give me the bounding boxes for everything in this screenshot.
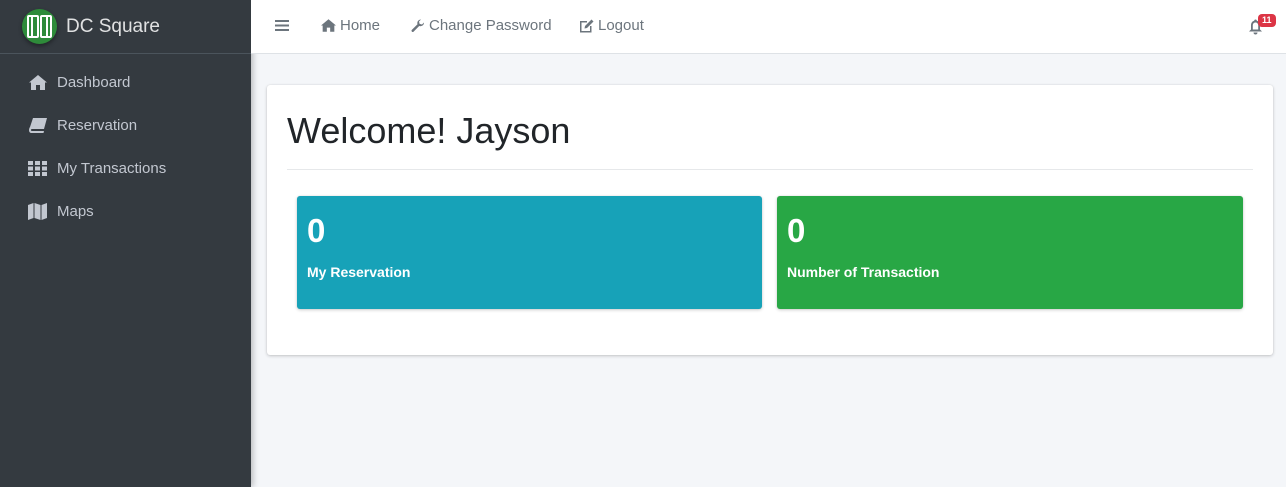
th-icon (28, 160, 47, 178)
logout-label: Logout (598, 17, 644, 34)
reservation-count: 0 (307, 212, 326, 249)
sidebar-item-label: Maps (57, 203, 94, 220)
home-icon (321, 19, 336, 32)
divider (287, 169, 1253, 170)
map-icon (28, 203, 47, 221)
change-password-label: Change Password (429, 17, 552, 34)
sidebar-item-dashboard[interactable]: Dashboard (0, 61, 251, 104)
sidebar-item-my-transactions[interactable]: My Transactions (0, 147, 251, 190)
menu-toggle-button[interactable] (275, 19, 289, 32)
brand-link[interactable]: DC Square (0, 0, 251, 54)
sidebar-item-maps[interactable]: Maps (0, 190, 251, 233)
change-password-link[interactable]: Change Password (411, 17, 552, 34)
transaction-label: Number of Transaction (787, 264, 940, 280)
home-link[interactable]: Home (321, 17, 380, 34)
book-icon (28, 117, 47, 135)
reservation-stat-box[interactable]: 0 My Reservation (297, 196, 762, 309)
edit-icon (580, 19, 594, 32)
logout-link[interactable]: Logout (579, 17, 644, 34)
reservation-label: My Reservation (307, 264, 411, 280)
brand-name: DC Square (66, 15, 160, 37)
transaction-stat-box[interactable]: 0 Number of Transaction (777, 196, 1243, 309)
home-link-label: Home (340, 17, 381, 34)
sidebar-item-reservation[interactable]: Reservation (0, 104, 251, 147)
transaction-count: 0 (787, 212, 806, 249)
sidebar-nav: Dashboard Reservation My Transactions Ma… (0, 54, 251, 233)
wrench-icon (411, 18, 425, 32)
dashboard-card: Welcome! Jayson 0 My Reservation 0 Numbe… (267, 85, 1273, 355)
home-icon (28, 74, 47, 92)
sidebar: DC Square Dashboard Reservation My Trans (0, 0, 251, 487)
sidebar-item-label: Dashboard (57, 74, 131, 91)
sidebar-item-label: My Transactions (57, 160, 167, 177)
hamburger-icon (275, 20, 289, 31)
dc-logo-icon (22, 9, 57, 44)
notification-count-badge: 11 (1258, 14, 1276, 27)
page-title: Welcome! Jayson (287, 110, 571, 151)
top-navbar: Home Change Password Logout 11 (251, 0, 1286, 54)
sidebar-item-label: Reservation (57, 117, 138, 134)
